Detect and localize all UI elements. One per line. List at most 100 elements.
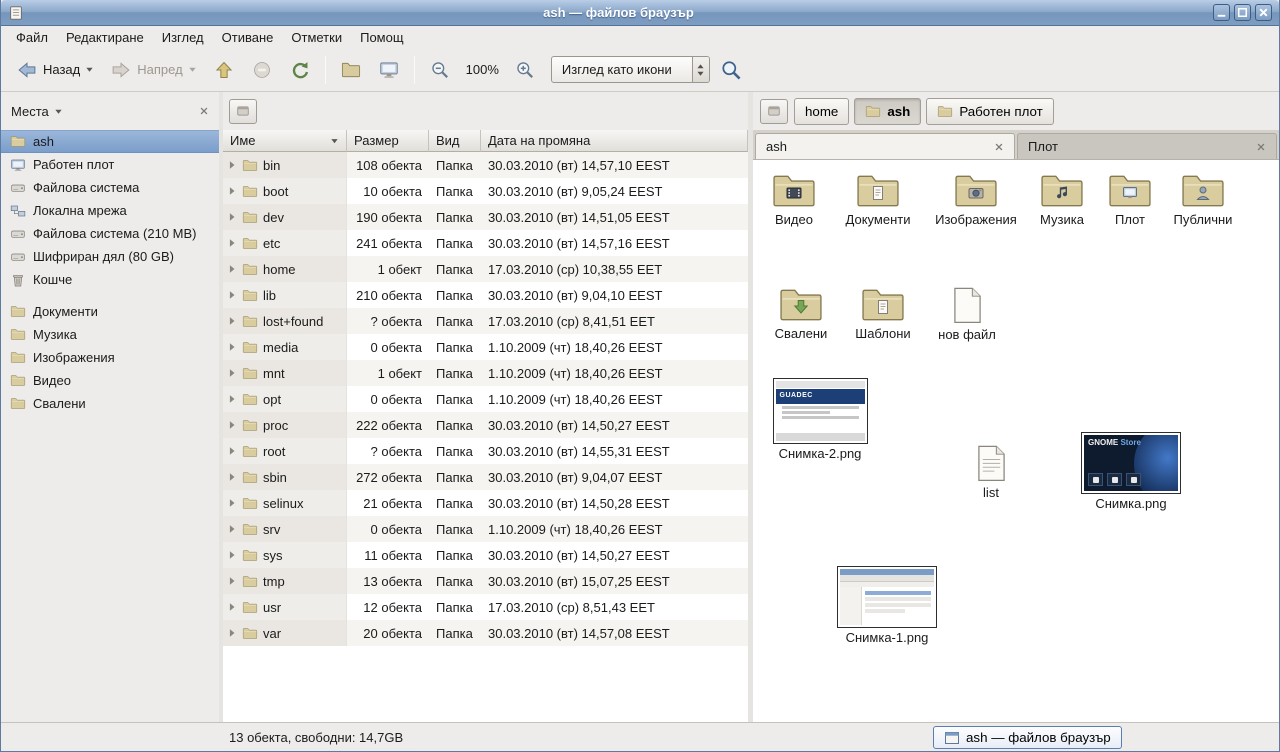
minimize-button[interactable] (1213, 4, 1230, 21)
menu-item-3[interactable]: Отиване (213, 28, 283, 47)
column-header-type[interactable]: Вид (429, 130, 481, 152)
expander-icon[interactable] (227, 602, 237, 612)
expander-icon[interactable] (227, 446, 237, 456)
sidebar-title[interactable]: Места (11, 104, 49, 119)
sidebar-item[interactable]: Документи (1, 300, 219, 323)
expander-icon[interactable] (227, 186, 237, 196)
expander-icon[interactable] (227, 394, 237, 404)
pathbar-crumb[interactable]: ash (854, 98, 921, 125)
tab-inactive[interactable]: Плот (1017, 133, 1277, 159)
home-button[interactable] (333, 53, 369, 87)
up-button[interactable] (206, 53, 242, 87)
table-row[interactable]: tmp13 обектаПапка30.03.2010 (вт) 15,07,2… (223, 568, 748, 594)
table-row[interactable]: dev190 обектаПапка30.03.2010 (вт) 14,51,… (223, 204, 748, 230)
zoom-out-button[interactable] (422, 53, 458, 87)
expander-icon[interactable] (227, 212, 237, 222)
sidebar-item[interactable]: Музика (1, 323, 219, 346)
table-row[interactable]: sbin272 обектаПапка30.03.2010 (вт) 9,04,… (223, 464, 748, 490)
expander-icon[interactable] (227, 576, 237, 586)
view-mode-combo[interactable]: Изглед като икони (551, 56, 710, 83)
menu-item-1[interactable]: Редактиране (57, 28, 153, 47)
sidebar-item[interactable]: Файлова система (1, 176, 219, 199)
icon-view-item[interactable]: Публични (1163, 172, 1243, 228)
table-row[interactable]: usr12 обектаПапка17.03.2010 (ср) 8,51,43… (223, 594, 748, 620)
icon-view-item[interactable]: Документи (838, 172, 918, 228)
expander-icon[interactable] (227, 472, 237, 482)
table-row[interactable]: lost+found? обектаПапка17.03.2010 (ср) 8… (223, 308, 748, 334)
icon-view-item[interactable]: list (951, 444, 1031, 501)
table-row[interactable]: lib210 обектаПапка30.03.2010 (вт) 9,04,1… (223, 282, 748, 308)
sidebar-item[interactable]: Работен плот (1, 153, 219, 176)
icon-view-item[interactable]: GUADECСнимка-2.png (770, 378, 870, 462)
close-button[interactable] (1255, 4, 1272, 21)
pane-location-button[interactable] (229, 99, 257, 124)
sidebar-item[interactable]: Свалени (1, 392, 219, 415)
taskbar-window-button[interactable]: ash — файлов браузър (933, 726, 1122, 749)
icon-view-item[interactable]: Видео (754, 172, 834, 228)
tab-close-icon[interactable] (1256, 142, 1266, 152)
sidebar-selector-icon[interactable] (54, 107, 63, 116)
sidebar-item[interactable]: Локална мрежа (1, 199, 219, 222)
column-header-name[interactable]: Име (223, 130, 347, 152)
table-row[interactable]: etc241 обектаПапка30.03.2010 (вт) 14,57,… (223, 230, 748, 256)
expander-icon[interactable] (227, 160, 237, 170)
table-row[interactable]: media0 обектаПапка1.10.2009 (чт) 18,40,2… (223, 334, 748, 360)
view-mode-spinner[interactable] (692, 57, 709, 82)
icon-view-item[interactable]: Плот (1090, 172, 1170, 228)
sidebar-item[interactable]: Кошче (1, 268, 219, 291)
forward-button[interactable]: Напред (103, 53, 203, 87)
reload-button[interactable] (282, 53, 318, 87)
column-header-size[interactable]: Размер (347, 130, 429, 152)
search-button[interactable] (712, 52, 750, 88)
icon-view-item[interactable]: Изображения (934, 172, 1018, 228)
expander-icon[interactable] (227, 316, 237, 326)
expander-icon[interactable] (227, 290, 237, 300)
table-row[interactable]: opt0 обектаПапка1.10.2009 (чт) 18,40,26 … (223, 386, 748, 412)
icon-view-item[interactable]: Снимка-1.png (837, 566, 937, 646)
icon-view-item[interactable]: GNOME StoreСнимка.png (1081, 432, 1181, 512)
sidebar-item[interactable]: Файлова система (210 MB) (1, 222, 219, 245)
icon-view-item[interactable]: Свалени (761, 286, 841, 342)
table-row[interactable]: srv0 обектаПапка1.10.2009 (чт) 18,40,26 … (223, 516, 748, 542)
pathbar-crumb[interactable]: Работен плот (926, 98, 1053, 125)
table-row[interactable]: bin108 обектаПапка30.03.2010 (вт) 14,57,… (223, 152, 748, 178)
expander-icon[interactable] (227, 342, 237, 352)
expander-icon[interactable] (227, 550, 237, 560)
sidebar-item[interactable]: ash (1, 130, 219, 153)
menu-item-4[interactable]: Отметки (282, 28, 351, 47)
table-row[interactable]: root? обектаПапка30.03.2010 (вт) 14,55,3… (223, 438, 748, 464)
menu-item-5[interactable]: Помощ (351, 28, 412, 47)
back-button[interactable]: Назад (9, 53, 101, 87)
tab-active[interactable]: ash (755, 133, 1015, 159)
table-row[interactable]: boot10 обектаПапка30.03.2010 (вт) 9,05,2… (223, 178, 748, 204)
sidebar-close-icon[interactable] (199, 106, 209, 116)
table-row[interactable]: home1 обектПапка17.03.2010 (ср) 10,38,55… (223, 256, 748, 282)
table-row[interactable]: selinux21 обектаПапка30.03.2010 (вт) 14,… (223, 490, 748, 516)
expander-icon[interactable] (227, 264, 237, 274)
pathbar-crumb[interactable]: home (794, 98, 849, 125)
icon-view-item[interactable]: Шаблони (843, 286, 923, 342)
tab-close-icon[interactable] (994, 142, 1004, 152)
table-row[interactable]: sys11 обектаПапка30.03.2010 (вт) 14,50,2… (223, 542, 748, 568)
column-header-date[interactable]: Дата на промяна (481, 130, 748, 152)
maximize-button[interactable] (1234, 4, 1251, 21)
zoom-in-button[interactable] (507, 53, 543, 87)
table-row[interactable]: var20 обектаПапка30.03.2010 (вт) 14,57,0… (223, 620, 748, 646)
menu-item-2[interactable]: Изглед (153, 28, 213, 47)
expander-icon[interactable] (227, 238, 237, 248)
stop-button[interactable] (244, 53, 280, 87)
sidebar-item[interactable]: Видео (1, 369, 219, 392)
expander-icon[interactable] (227, 420, 237, 430)
table-row[interactable]: proc222 обектаПапка30.03.2010 (вт) 14,50… (223, 412, 748, 438)
expander-icon[interactable] (227, 524, 237, 534)
expander-icon[interactable] (227, 368, 237, 378)
menu-item-0[interactable]: Файл (7, 28, 57, 47)
expander-icon[interactable] (227, 628, 237, 638)
computer-button[interactable] (371, 53, 407, 87)
titlebar[interactable]: ash — файлов браузър (1, 0, 1279, 26)
pathbar-root-button[interactable] (760, 99, 788, 124)
sidebar-item[interactable]: Шифриран дял (80 GB) (1, 245, 219, 268)
icon-view[interactable]: ВидеоДокументиИзображенияМузикаПлотПубли… (753, 160, 1279, 722)
table-row[interactable]: mnt1 обектПапка1.10.2009 (чт) 18,40,26 E… (223, 360, 748, 386)
back-dropdown-icon[interactable] (85, 65, 94, 74)
